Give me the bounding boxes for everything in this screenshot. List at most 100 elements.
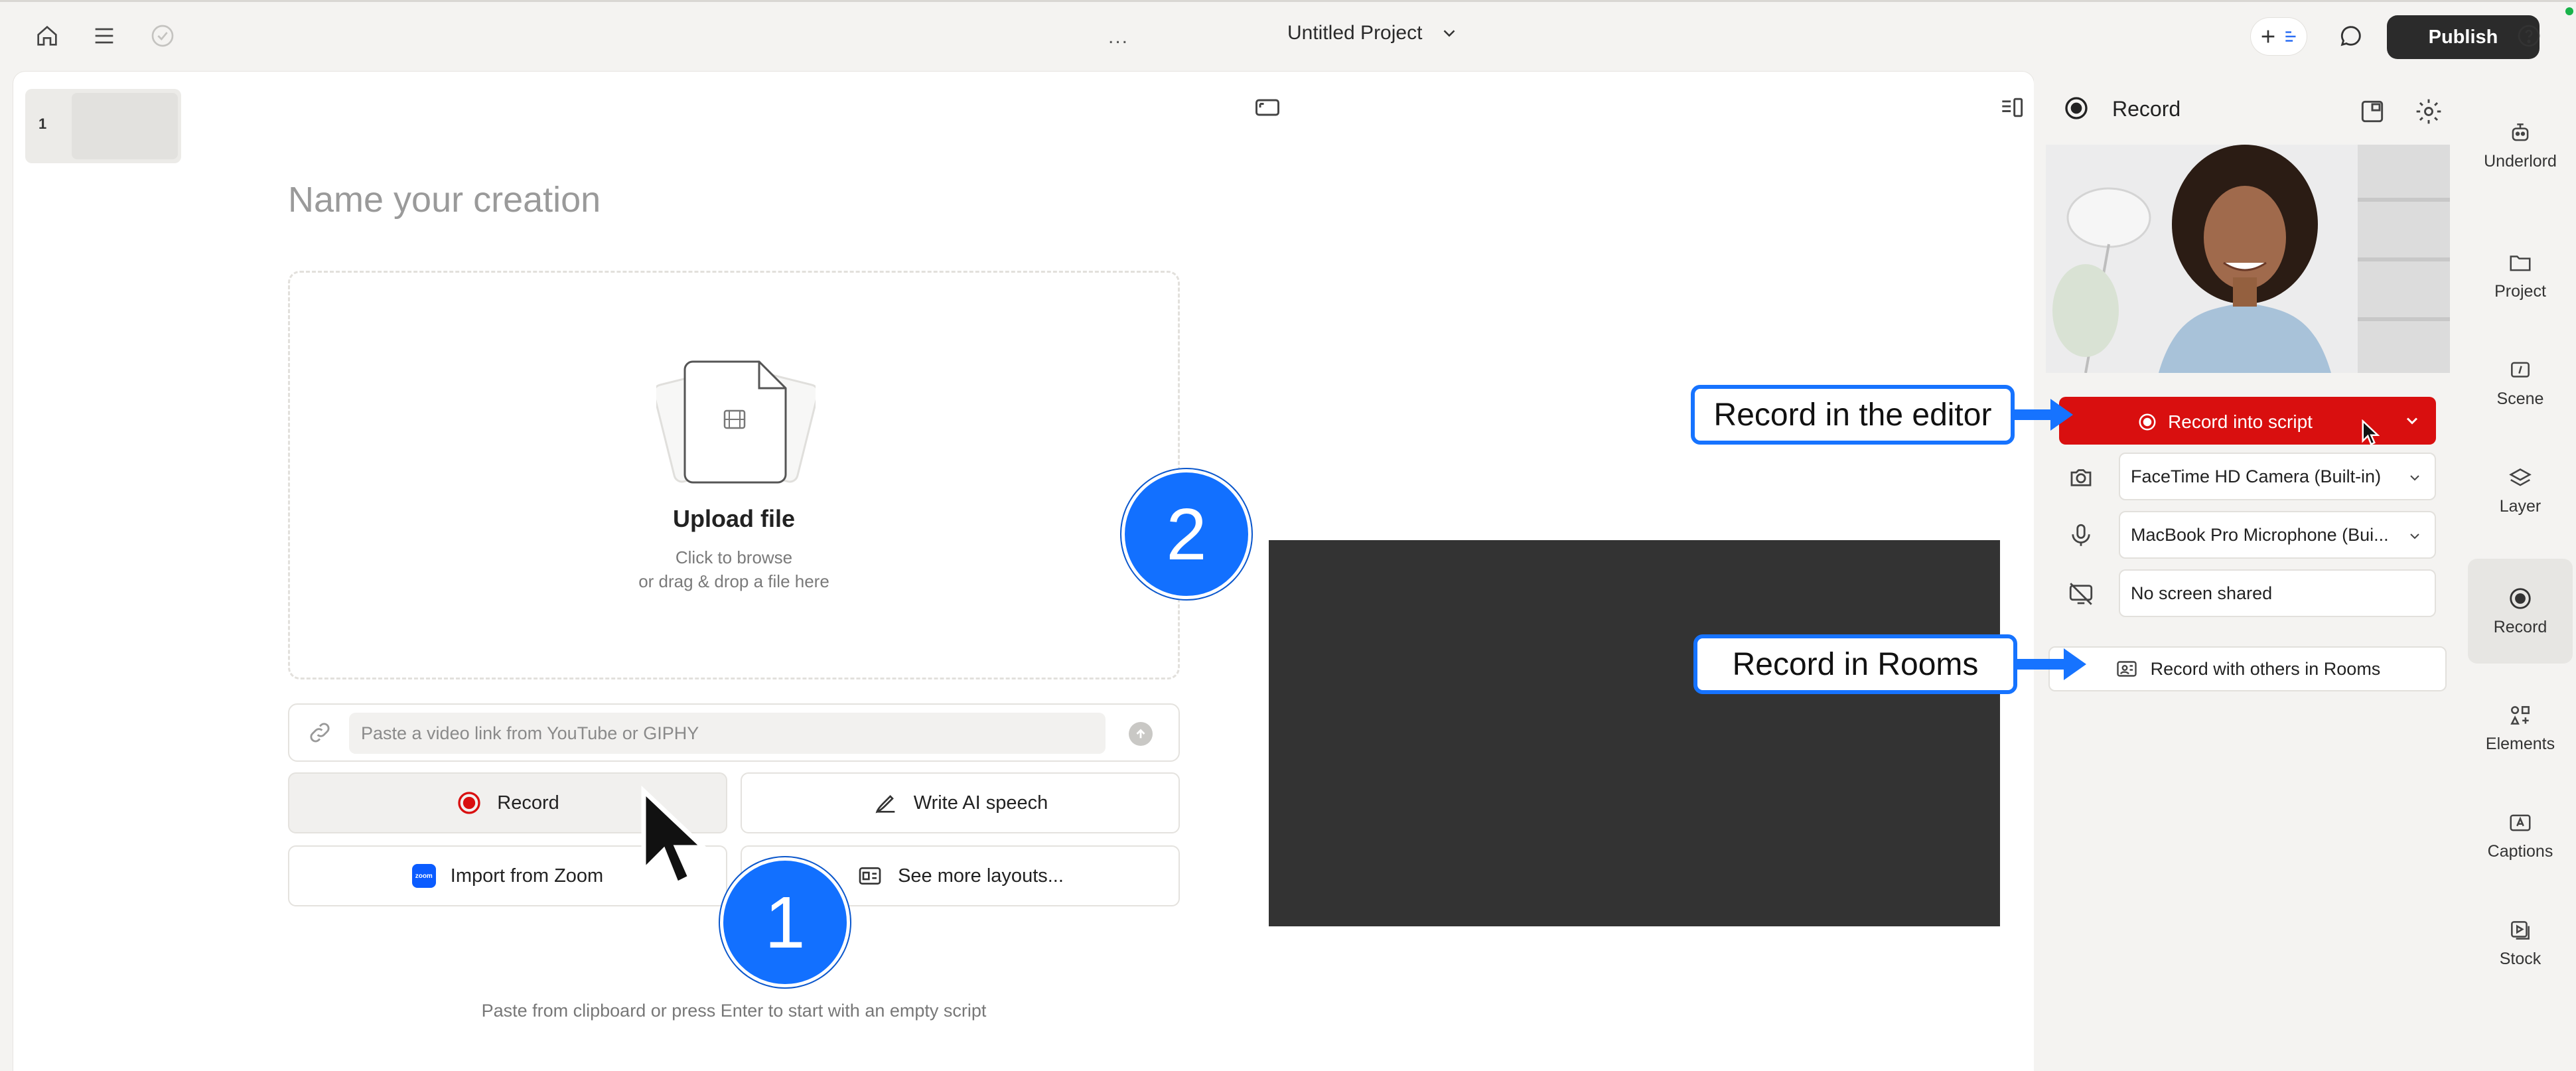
record-into-script-content: Record into script bbox=[2059, 411, 2391, 433]
record-in-rooms-button[interactable]: Record with others in Rooms bbox=[2048, 646, 2447, 691]
microphone-select-value: MacBook Pro Microphone (Bui... bbox=[2131, 524, 2389, 545]
video-link-input[interactable] bbox=[349, 713, 1106, 754]
upload-hint-drag: or drag & drop a file here bbox=[638, 571, 829, 591]
screen-share-row: No screen shared bbox=[2059, 569, 2436, 617]
step-2-badge: 2 bbox=[1121, 469, 1252, 599]
record-panel-title: Record bbox=[2112, 97, 2181, 121]
webcam-preview bbox=[2046, 145, 2450, 373]
sidebar-item-elements[interactable]: Elements bbox=[2468, 676, 2573, 780]
import-from-zoom-label: Import from Zoom bbox=[450, 865, 604, 887]
record-into-script-label: Record into script bbox=[2168, 411, 2313, 432]
popout-icon[interactable] bbox=[2358, 97, 2387, 126]
rooms-icon bbox=[2116, 661, 2137, 677]
mouse-cursor-icon bbox=[641, 785, 709, 887]
sidebar-item-label: Underlord bbox=[2484, 151, 2557, 171]
sidebar-item-label: Layer bbox=[2499, 496, 2541, 516]
microphone-select[interactable]: MacBook Pro Microphone (Bui... bbox=[2119, 511, 2436, 559]
step-1-badge: 1 bbox=[720, 857, 850, 987]
record-icon bbox=[458, 792, 480, 814]
sidebar-item-record[interactable]: Record bbox=[2468, 559, 2573, 664]
sidebar-item-captions[interactable]: Captions bbox=[2468, 783, 2573, 888]
status-indicator bbox=[2565, 7, 2573, 15]
callout-record-in-rooms: Record in Rooms bbox=[1693, 634, 2017, 694]
zoom-logo-icon: zoom bbox=[411, 864, 436, 888]
menu-icon[interactable] bbox=[89, 21, 119, 51]
submit-link-button[interactable] bbox=[1129, 722, 1153, 746]
camera-select-value: FaceTime HD Camera (Built-in) bbox=[2131, 466, 2382, 486]
record-icon bbox=[2139, 413, 2156, 431]
main-canvas: 1 Name your creation Upload file Click t… bbox=[13, 72, 2034, 1071]
sidebar-item-label: Record bbox=[2493, 617, 2547, 636]
microphone-icon bbox=[2072, 524, 2090, 546]
scene-number: 1 bbox=[38, 115, 47, 132]
elements-icon bbox=[2510, 705, 2530, 725]
write-ai-speech-label: Write AI speech bbox=[913, 792, 1048, 814]
help-icon[interactable] bbox=[2514, 21, 2544, 51]
sidebar-item-project[interactable]: Project bbox=[2468, 223, 2573, 328]
record-in-rooms-label: Record with others in Rooms bbox=[2150, 658, 2381, 679]
folder-icon bbox=[2510, 255, 2531, 271]
comments-icon[interactable] bbox=[2336, 21, 2366, 51]
name-creation-input[interactable]: Name your creation bbox=[288, 179, 601, 220]
record-icon bbox=[2510, 587, 2531, 609]
sidebar-item-label: Project bbox=[2494, 281, 2546, 301]
captions-icon bbox=[2510, 814, 2531, 831]
stock-icon bbox=[2511, 920, 2530, 940]
project-title: Untitled Project bbox=[1287, 22, 1423, 44]
sidebar-item-layer[interactable]: Layer bbox=[2468, 438, 2573, 543]
layout-icon bbox=[859, 867, 881, 885]
camera-row: FaceTime HD Camera (Built-in) bbox=[2059, 453, 2436, 500]
chevron-down-icon bbox=[2410, 534, 2419, 539]
saved-check-icon bbox=[147, 21, 178, 51]
upload-dropzone[interactable]: Upload file Click to browse or drag & dr… bbox=[288, 271, 1180, 679]
robot-icon bbox=[2512, 123, 2529, 141]
sidebar-item-scene[interactable]: Scene bbox=[2468, 330, 2573, 435]
record-panel: Record Record into script FaceTime HD Ca… bbox=[2034, 72, 2459, 1071]
callout-record-in-editor: Record in the editor bbox=[1691, 385, 2015, 445]
project-title-dropdown[interactable]: ... Untitled Project bbox=[1108, 22, 1459, 48]
link-icon bbox=[310, 723, 330, 743]
top-bar: ... Untitled Project Publish bbox=[0, 0, 2576, 69]
microphone-row: MacBook Pro Microphone (Bui... bbox=[2059, 511, 2436, 559]
screen-share-select[interactable]: No screen shared bbox=[2119, 569, 2436, 617]
aspect-ratio-icon[interactable] bbox=[1253, 93, 1282, 122]
write-ai-speech-button[interactable]: Write AI speech bbox=[741, 772, 1180, 833]
callout-editor-arrow bbox=[2015, 399, 2073, 431]
sidebar-item-label: Stock bbox=[2499, 949, 2541, 968]
script-lines-icon bbox=[2285, 31, 2296, 42]
gear-icon[interactable] bbox=[2414, 97, 2443, 126]
scene-icon bbox=[2511, 362, 2530, 378]
camera-select[interactable]: FaceTime HD Camera (Built-in) bbox=[2119, 453, 2436, 500]
script-panel-toggle-icon[interactable] bbox=[1997, 93, 2027, 122]
video-file-icon bbox=[656, 360, 816, 484]
scene-thumbnail-preview bbox=[72, 93, 178, 159]
arrow-up-icon bbox=[1136, 729, 1145, 739]
plus-icon bbox=[2261, 30, 2275, 43]
sidebar-item-underlord[interactable]: Underlord bbox=[2468, 93, 2573, 198]
scene-preview bbox=[1269, 540, 2000, 926]
camera-icon bbox=[2070, 469, 2092, 486]
layers-icon bbox=[2509, 468, 2532, 486]
webcam-person-image bbox=[2046, 145, 2450, 373]
record-panel-icon bbox=[2065, 97, 2088, 119]
chevron-down-icon bbox=[1444, 30, 1455, 37]
sidebar-item-stock[interactable]: Stock bbox=[2468, 891, 2573, 995]
upload-title: Upload file bbox=[672, 505, 795, 532]
right-sidebar: Underlord Project Scene Layer Record Ele… bbox=[2465, 72, 2576, 1071]
add-script-button[interactable] bbox=[2251, 18, 2307, 55]
video-link-bar bbox=[288, 703, 1180, 762]
home-icon[interactable] bbox=[32, 21, 62, 51]
record-option-label: Record bbox=[497, 792, 559, 814]
see-more-layouts-label: See more layouts... bbox=[898, 865, 1064, 887]
chevron-down-icon[interactable] bbox=[2403, 411, 2421, 430]
paste-hint: Paste from clipboard or press Enter to s… bbox=[481, 1001, 987, 1021]
mouse-cursor-small-icon bbox=[2362, 419, 2380, 446]
scene-thumbnail[interactable]: 1 bbox=[25, 89, 181, 163]
sidebar-item-label: Scene bbox=[2496, 389, 2544, 408]
callout-rooms-arrow bbox=[2017, 648, 2086, 680]
screen-share-value: No screen shared bbox=[2131, 583, 2273, 603]
sidebar-item-label: Elements bbox=[2485, 734, 2555, 753]
pen-icon bbox=[875, 795, 895, 814]
chevron-down-icon bbox=[2410, 475, 2419, 481]
upload-hint-browse: Click to browse bbox=[675, 547, 793, 567]
